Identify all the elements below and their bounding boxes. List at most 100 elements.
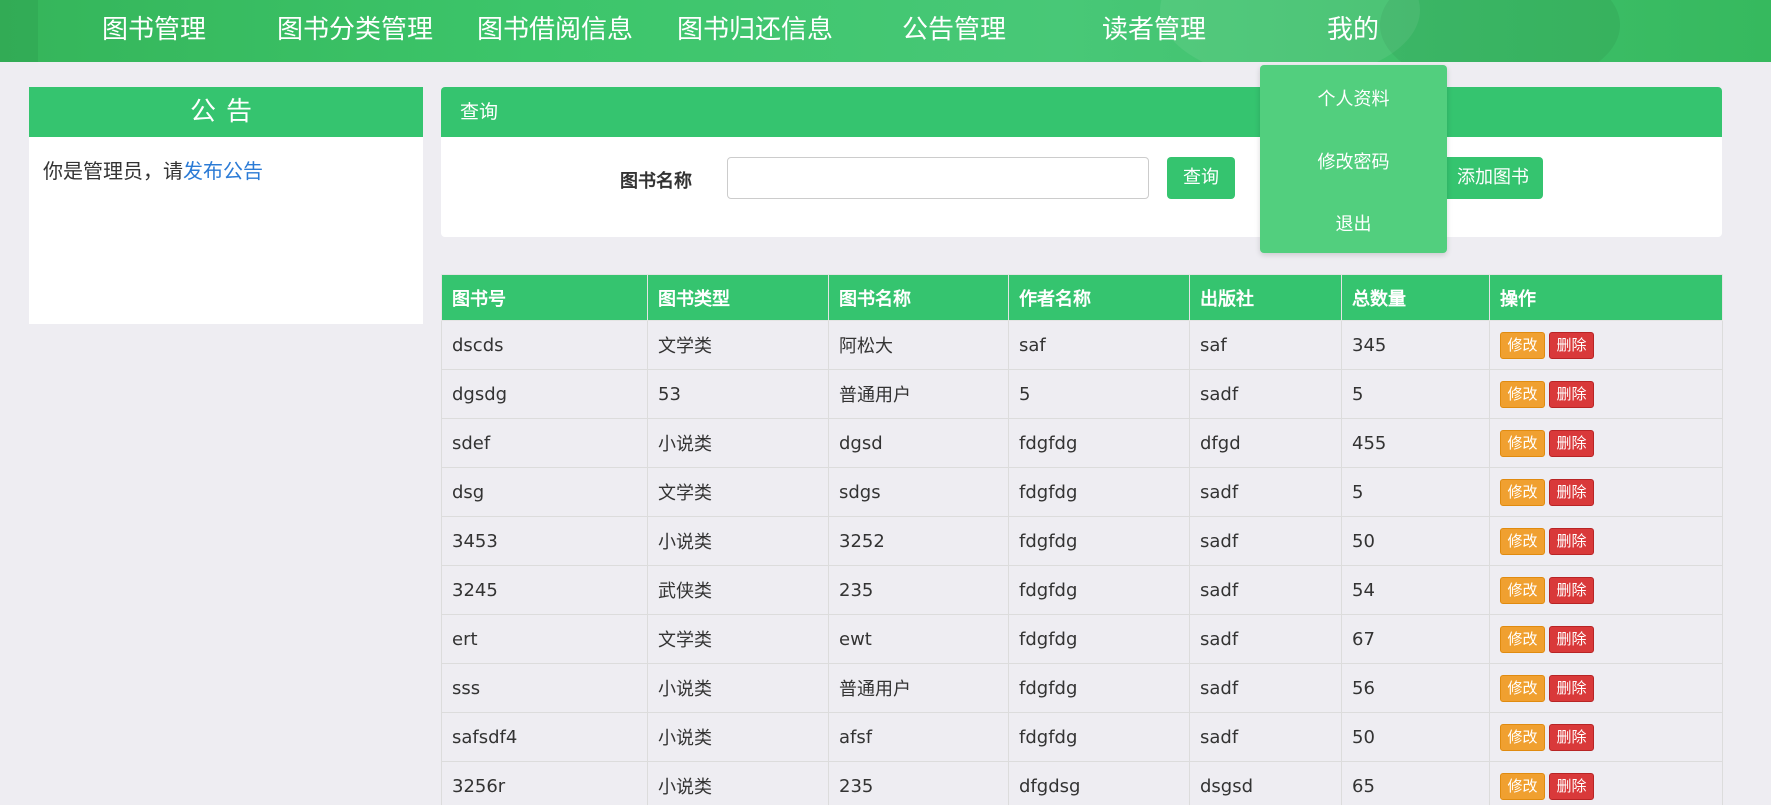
cell-book-type: 小说类: [647, 761, 829, 805]
table-row: 3256r 小说类 235 dfgdsg dsgsd 65 修改 删除: [441, 761, 1723, 805]
nav-notice-management[interactable]: 公告管理: [902, 0, 1006, 62]
cell-book-name: 3252: [828, 516, 1009, 566]
edit-button[interactable]: 修改: [1500, 331, 1545, 359]
cell-book-id: 3453: [441, 516, 648, 566]
cell-book-name: dgsd: [828, 418, 1009, 468]
cell-publisher: sadf: [1189, 369, 1342, 419]
cell-publisher: sadf: [1189, 712, 1342, 762]
cell-book-name: 普通用户: [828, 369, 1009, 419]
table-row: dsg 文学类 sdgs fdgfdg sadf 5 修改 删除: [441, 467, 1723, 517]
nav-category-management[interactable]: 图书分类管理: [277, 0, 433, 62]
cell-book-type: 小说类: [647, 663, 829, 713]
publish-notice-link[interactable]: 发布公告: [183, 159, 263, 183]
edit-button[interactable]: 修改: [1500, 674, 1545, 702]
header-author: 作者名称: [1008, 274, 1190, 321]
cell-book-id: dsg: [441, 467, 648, 517]
nav-reader-management[interactable]: 读者管理: [1102, 0, 1206, 62]
edit-button[interactable]: 修改: [1500, 527, 1545, 555]
nav-return-info[interactable]: 图书归还信息: [677, 0, 833, 62]
table-row: ert 文学类 ewt fdgfdg sadf 67 修改 删除: [441, 614, 1723, 664]
nav-borrow-info[interactable]: 图书借阅信息: [477, 0, 633, 62]
cell-book-type: 武侠类: [647, 565, 829, 615]
header-actions: 操作: [1489, 274, 1723, 321]
cell-publisher: sadf: [1189, 467, 1342, 517]
cell-actions: 修改 删除: [1489, 418, 1723, 468]
cell-book-name: 普通用户: [828, 663, 1009, 713]
cell-author: fdgfdg: [1008, 467, 1190, 517]
cell-book-type: 文学类: [647, 467, 829, 517]
menu-item-logout[interactable]: 退出: [1260, 210, 1447, 236]
edit-button[interactable]: 修改: [1500, 625, 1545, 653]
cell-actions: 修改 删除: [1489, 467, 1723, 517]
delete-button[interactable]: 删除: [1549, 478, 1594, 506]
query-title: 查询: [441, 87, 1722, 137]
cell-book-type: 文学类: [647, 320, 829, 370]
delete-button[interactable]: 删除: [1549, 723, 1594, 751]
delete-button[interactable]: 删除: [1549, 380, 1594, 408]
cell-author: fdgfdg: [1008, 712, 1190, 762]
delete-button[interactable]: 删除: [1549, 576, 1594, 604]
cell-author: fdgfdg: [1008, 565, 1190, 615]
cell-book-id: ert: [441, 614, 648, 664]
cell-author: fdgfdg: [1008, 418, 1190, 468]
cell-actions: 修改 删除: [1489, 320, 1723, 370]
cell-publisher: saf: [1189, 320, 1342, 370]
search-button[interactable]: 查询: [1167, 157, 1235, 199]
cell-publisher: dsgsd: [1189, 761, 1342, 805]
delete-button[interactable]: 删除: [1549, 625, 1594, 653]
edit-button[interactable]: 修改: [1500, 429, 1545, 457]
table-row: dgsdg 53 普通用户 5 sadf 5 修改 删除: [441, 369, 1723, 419]
cell-actions: 修改 删除: [1489, 369, 1723, 419]
cell-book-id: dscds: [441, 320, 648, 370]
cell-publisher: sadf: [1189, 565, 1342, 615]
edit-button[interactable]: 修改: [1500, 723, 1545, 751]
cell-book-type: 小说类: [647, 712, 829, 762]
nav-book-management[interactable]: 图书管理: [102, 0, 206, 62]
table-row: safsdf4 小说类 afsf fdgfdg sadf 50 修改 删除: [441, 712, 1723, 762]
menu-item-profile[interactable]: 个人资料: [1260, 85, 1447, 111]
cell-book-id: 3245: [441, 565, 648, 615]
cell-book-name: 235: [828, 565, 1009, 615]
cell-total: 56: [1341, 663, 1490, 713]
cell-author: 5: [1008, 369, 1190, 419]
cell-book-id: 3256r: [441, 761, 648, 805]
cell-total: 345: [1341, 320, 1490, 370]
cell-publisher: sadf: [1189, 663, 1342, 713]
cell-book-id: dgsdg: [441, 369, 648, 419]
cell-book-name: ewt: [828, 614, 1009, 664]
book-table: 图书号 图书类型 图书名称 作者名称 出版社 总数量 操作 dscds 文学类 …: [441, 274, 1723, 805]
query-panel: 查询 图书名称 查询 添加图书: [441, 87, 1722, 237]
notice-body: 你是管理员，请发布公告: [29, 137, 423, 202]
edit-button[interactable]: 修改: [1500, 772, 1545, 800]
cell-actions: 修改 删除: [1489, 761, 1723, 805]
cell-book-type: 53: [647, 369, 829, 419]
cell-book-type: 文学类: [647, 614, 829, 664]
cell-author: fdgfdg: [1008, 663, 1190, 713]
edit-button[interactable]: 修改: [1500, 576, 1545, 604]
menu-item-change-password[interactable]: 修改密码: [1260, 148, 1447, 174]
notice-title: 公告: [29, 87, 423, 137]
delete-button[interactable]: 删除: [1549, 527, 1594, 555]
delete-button[interactable]: 删除: [1549, 331, 1594, 359]
cell-book-name: sdgs: [828, 467, 1009, 517]
cell-book-name: afsf: [828, 712, 1009, 762]
nav-mine[interactable]: 我的: [1327, 0, 1379, 62]
delete-button[interactable]: 删除: [1549, 674, 1594, 702]
cell-author: saf: [1008, 320, 1190, 370]
edit-button[interactable]: 修改: [1500, 478, 1545, 506]
book-name-input[interactable]: [727, 157, 1149, 199]
table-header-row: 图书号 图书类型 图书名称 作者名称 出版社 总数量 操作: [441, 274, 1723, 321]
delete-button[interactable]: 删除: [1549, 429, 1594, 457]
cell-total: 54: [1341, 565, 1490, 615]
cell-author: fdgfdg: [1008, 614, 1190, 664]
add-book-button[interactable]: 添加图书: [1443, 157, 1543, 199]
table-row: 3453 小说类 3252 fdgfdg sadf 50 修改 删除: [441, 516, 1723, 566]
table-row: sss 小说类 普通用户 fdgfdg sadf 56 修改 删除: [441, 663, 1723, 713]
nav-decoration: [0, 0, 38, 62]
cell-book-name: 235: [828, 761, 1009, 805]
cell-actions: 修改 删除: [1489, 565, 1723, 615]
cell-book-id: sdef: [441, 418, 648, 468]
edit-button[interactable]: 修改: [1500, 380, 1545, 408]
cell-author: fdgfdg: [1008, 516, 1190, 566]
delete-button[interactable]: 删除: [1549, 772, 1594, 800]
